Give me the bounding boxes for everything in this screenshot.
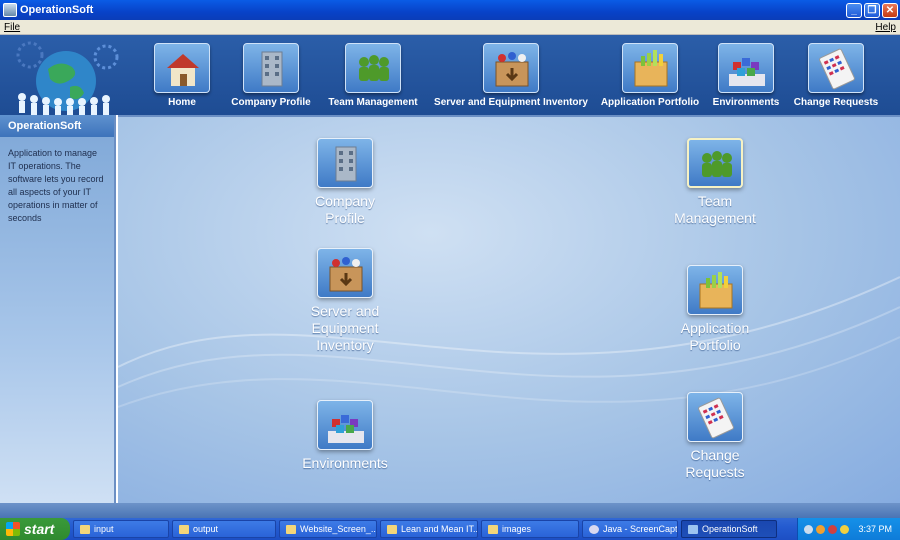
calculator-icon — [808, 43, 864, 93]
folder-chart-icon — [687, 265, 743, 315]
network-icon[interactable] — [804, 524, 814, 534]
sidebar-title: OperationSoft — [0, 115, 114, 137]
sidebar-description: Application to manage IT operations. The… — [8, 148, 104, 223]
folder-icon — [286, 524, 296, 534]
house-icon — [154, 43, 210, 93]
shield-icon[interactable] — [840, 524, 850, 534]
task-input[interactable]: input — [73, 520, 169, 538]
menu-file[interactable]: File — [4, 20, 20, 34]
task-images[interactable]: images — [481, 520, 579, 538]
task-lean-and-mean[interactable]: Lean and Mean IT... — [380, 520, 478, 538]
cubes-icon — [317, 400, 373, 450]
task-output[interactable]: output — [172, 520, 276, 538]
application-window: OperationSoft _ ❐ ✕ File Help Home Compa… — [0, 0, 900, 518]
windows-flag-icon — [6, 522, 20, 536]
header-toolbar: Home Company Profile Team Management Ser… — [0, 35, 900, 115]
minimize-button[interactable]: _ — [846, 2, 862, 18]
start-button[interactable]: start — [0, 518, 70, 540]
main-team-management-label: Team Management — [674, 193, 756, 226]
main-company-profile[interactable]: Company Profile — [275, 138, 415, 227]
task-label: Lean and Mean IT... — [401, 524, 478, 534]
building-icon — [317, 138, 373, 188]
main-change-requests[interactable]: Change Requests — [645, 392, 785, 481]
maximize-button[interactable]: ❐ — [864, 2, 880, 18]
box-icon — [483, 43, 539, 93]
task-label: Website_Screen_... — [300, 524, 377, 534]
nav-server-inventory-label: Server and Equipment Inventory — [434, 97, 588, 108]
folder-icon — [387, 524, 397, 534]
windows-taskbar: start input output Website_Screen_... Le… — [0, 518, 900, 540]
menu-bar: File Help — [0, 20, 900, 35]
system-tray: 3:37 PM — [797, 518, 900, 540]
java-icon — [589, 524, 599, 534]
nav-team-management[interactable]: Team Management — [313, 43, 433, 108]
globe-people-logo — [16, 41, 119, 115]
window-title: OperationSoft — [20, 4, 94, 16]
box-icon — [317, 248, 373, 298]
main-team-management[interactable]: Team Management — [645, 138, 785, 227]
task-website-screen[interactable]: Website_Screen_... — [279, 520, 377, 538]
folder-icon — [179, 524, 189, 534]
nav-server-inventory[interactable]: Server and Equipment Inventory — [418, 43, 604, 108]
task-java[interactable]: Java - ScreenCapt... — [582, 520, 678, 538]
task-label: images — [502, 524, 532, 534]
menu-help[interactable]: Help — [875, 20, 896, 34]
main-company-profile-label: Company Profile — [315, 193, 375, 226]
nav-change-requests-label: Change Requests — [793, 97, 879, 108]
task-label: Java - ScreenCapt... — [603, 524, 678, 534]
cubes-icon — [718, 43, 774, 93]
nav-change-requests[interactable]: Change Requests — [776, 43, 896, 108]
main-environments[interactable]: Environments — [275, 400, 415, 472]
tray-app-icon[interactable] — [816, 524, 826, 534]
team-icon — [687, 138, 743, 188]
main-application-portfolio-label: Application Portfolio — [680, 320, 750, 353]
team-icon — [345, 43, 401, 93]
sidebar: OperationSoft Application to manage IT o… — [0, 115, 116, 503]
close-button[interactable]: ✕ — [882, 2, 898, 18]
main-application-portfolio[interactable]: Application Portfolio — [645, 265, 785, 354]
task-label: OperationSoft — [702, 524, 758, 534]
main-server-inventory-label: Server and Equipment Inventory — [310, 303, 380, 353]
task-label: input — [94, 524, 114, 534]
title-bar[interactable]: OperationSoft _ ❐ ✕ — [0, 0, 900, 20]
main-change-requests-label: Change Requests — [685, 447, 745, 480]
start-label: start — [24, 521, 55, 537]
main-server-inventory[interactable]: Server and Equipment Inventory — [275, 248, 415, 354]
task-label: output — [193, 524, 219, 534]
clock[interactable]: 3:37 PM — [858, 524, 892, 534]
app-icon — [3, 3, 17, 17]
folder-icon — [80, 524, 90, 534]
security-icon[interactable] — [828, 524, 838, 534]
folder-icon — [488, 524, 498, 534]
task-operationsoft[interactable]: OperationSoft — [681, 520, 777, 538]
nav-team-management-label: Team Management — [328, 97, 418, 108]
building-icon — [243, 43, 299, 93]
main-panel: Company Profile Team Management Server a… — [118, 115, 900, 503]
main-environments-label: Environments — [302, 455, 388, 471]
folder-chart-icon — [622, 43, 678, 93]
status-bar — [0, 503, 900, 518]
app-icon — [688, 524, 698, 534]
calculator-icon — [687, 392, 743, 442]
